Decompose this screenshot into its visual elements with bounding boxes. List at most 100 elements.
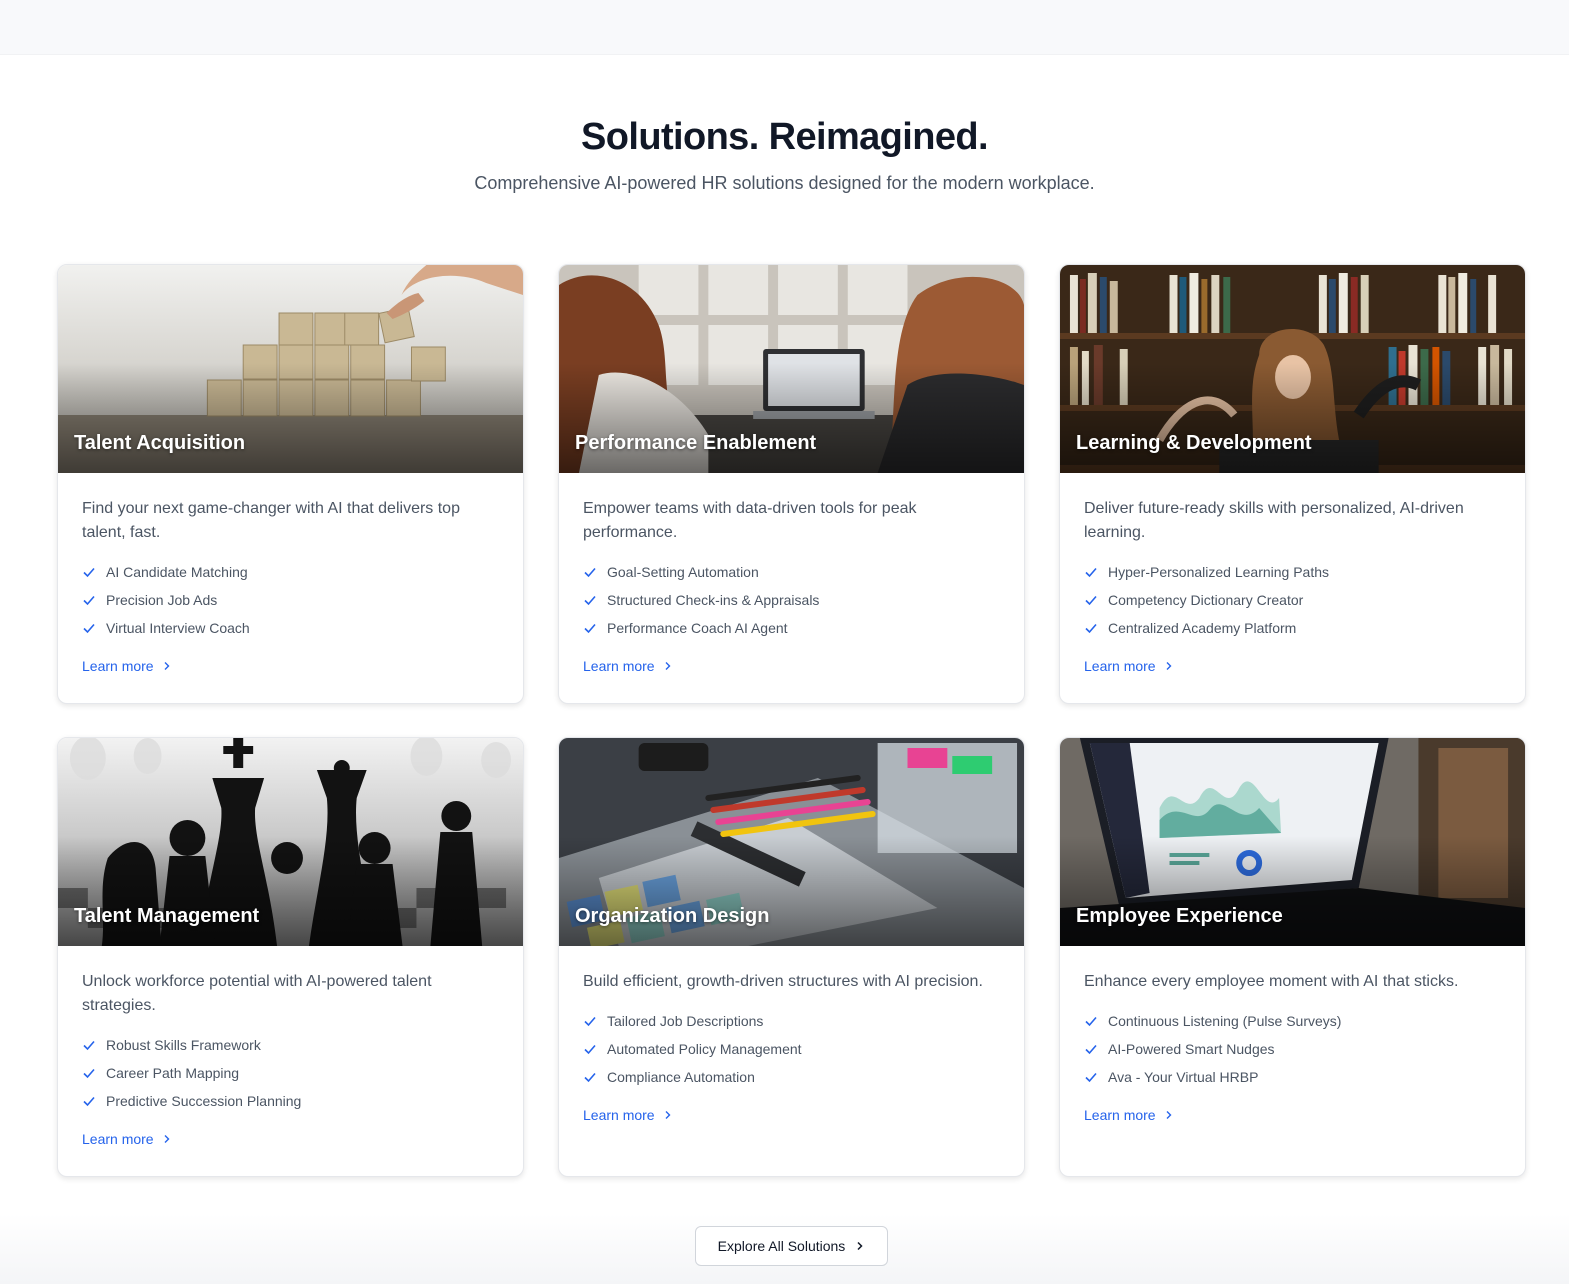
check-icon [1085,623,1097,634]
card-description: Deliver future-ready skills with persona… [1084,500,1464,541]
learn-more-label: Learn more [1084,1107,1156,1123]
feature-label: Centralized Academy Platform [1108,620,1297,636]
card-title: Employee Experience [1076,905,1283,927]
feature-item: Competency Dictionary Creator [1084,586,1501,614]
feature-label: Tailored Job Descriptions [607,1013,764,1029]
card-image: Learning & Development [1060,265,1525,473]
feature-list: Tailored Job Descriptions Automated Poli… [583,1007,1000,1091]
feature-label: Precision Job Ads [106,592,218,608]
feature-list: Continuous Listening (Pulse Surveys) AI-… [1084,1007,1501,1091]
solutions-grid: Talent Acquisition Find your next game-c… [57,264,1526,1177]
feature-list: Goal-Setting Automation Structured Check… [583,558,1000,642]
feature-item: Performance Coach AI Agent [583,614,1000,642]
explore-all-solutions-label: Explore All Solutions [717,1238,846,1254]
chevron-right-icon [857,1241,863,1251]
feature-label: AI Candidate Matching [106,564,248,580]
learn-more-label: Learn more [583,1107,655,1123]
learn-more-link[interactable]: Learn more [82,658,172,674]
learn-more-link[interactable]: Learn more [1084,1107,1174,1123]
chevron-right-icon [164,662,170,670]
card-image: Talent Acquisition [58,265,523,473]
feature-label: Structured Check-ins & Appraisals [607,592,820,608]
feature-list: AI Candidate Matching Precision Job Ads … [82,558,499,642]
feature-item: Precision Job Ads [82,586,499,614]
card-description: Enhance every employee moment with AI th… [1084,973,1459,990]
feature-item: Tailored Job Descriptions [583,1007,1000,1035]
section-subtitle: Comprehensive AI-powered HR solutions de… [474,173,1095,193]
feature-item: Centralized Academy Platform [1084,614,1501,642]
check-icon [584,567,596,578]
solution-card-employee-experience: Employee Experience Enhance every employ… [1059,737,1526,1177]
feature-item: Robust Skills Framework [82,1031,499,1059]
feature-item: Predictive Succession Planning [82,1087,499,1115]
solution-card-learning-development: Learning & Development Deliver future-re… [1059,264,1526,704]
learn-more-link[interactable]: Learn more [583,1107,673,1123]
card-image: Employee Experience [1060,738,1525,946]
feature-item: AI-Powered Smart Nudges [1084,1035,1501,1063]
learn-more-label: Learn more [82,658,154,674]
feature-list: Hyper-Personalized Learning Paths Compet… [1084,558,1501,642]
feature-item: Ava - Your Virtual HRBP [1084,1063,1501,1091]
feature-label: Robust Skills Framework [106,1037,261,1053]
check-icon [83,1096,95,1107]
learn-more-label: Learn more [82,1131,154,1147]
check-icon [1085,1072,1097,1083]
feature-label: Hyper-Personalized Learning Paths [1108,564,1330,580]
feature-label: Continuous Listening (Pulse Surveys) [1108,1013,1342,1029]
feature-label: Virtual Interview Coach [106,620,250,636]
feature-label: Goal-Setting Automation [607,564,759,580]
card-image: Performance Enablement [559,265,1024,473]
card-title: Performance Enablement [575,432,817,454]
check-icon [1085,1016,1097,1027]
card-description: Unlock workforce potential with AI-power… [82,973,432,1014]
feature-label: Ava - Your Virtual HRBP [1108,1069,1259,1085]
feature-list: Robust Skills Framework Career Path Mapp… [82,1031,499,1115]
check-icon [83,623,95,634]
check-icon [1085,567,1097,578]
explore-all-solutions-button[interactable]: Explore All Solutions [695,1226,888,1266]
feature-label: Career Path Mapping [106,1065,240,1081]
chevron-right-icon [665,1111,671,1119]
feature-item: Structured Check-ins & Appraisals [583,586,1000,614]
feature-label: Performance Coach AI Agent [607,620,788,636]
feature-item: Career Path Mapping [82,1059,499,1087]
feature-label: Predictive Succession Planning [106,1093,302,1109]
check-icon [584,1016,596,1027]
card-description: Empower teams with data-driven tools for… [583,500,917,541]
solution-card-talent-acquisition: Talent Acquisition Find your next game-c… [57,264,524,704]
learn-more-link[interactable]: Learn more [583,658,673,674]
feature-label: Competency Dictionary Creator [1108,592,1304,608]
learn-more-label: Learn more [583,658,655,674]
feature-item: Virtual Interview Coach [82,614,499,642]
check-icon [584,595,596,606]
check-icon [83,567,95,578]
solution-card-organization-design: Organization Design Build efficient, gro… [558,737,1025,1177]
chevron-right-icon [1166,1111,1172,1119]
learn-more-label: Learn more [1084,658,1156,674]
feature-item: Compliance Automation [583,1063,1000,1091]
card-description: Build efficient, growth-driven structure… [583,973,983,990]
section-title: Solutions. Reimagined. [581,116,989,158]
check-icon [584,1072,596,1083]
feature-item: Continuous Listening (Pulse Surveys) [1084,1007,1501,1035]
feature-item: Hyper-Personalized Learning Paths [1084,558,1501,586]
card-title: Talent Acquisition [74,432,246,454]
card-title: Organization Design [575,905,770,927]
feature-label: Compliance Automation [607,1069,755,1085]
solution-card-talent-management: Talent Management Unlock workforce poten… [57,737,524,1177]
chevron-right-icon [1166,662,1172,670]
check-icon [83,1040,95,1051]
check-icon [584,1044,596,1055]
chevron-right-icon [665,662,671,670]
card-title: Talent Management [74,905,260,927]
feature-item: Goal-Setting Automation [583,558,1000,586]
card-image: Talent Management [58,738,523,946]
check-icon [83,595,95,606]
check-icon [1085,1044,1097,1055]
learn-more-link[interactable]: Learn more [82,1131,172,1147]
feature-item: AI Candidate Matching [82,558,499,586]
check-icon [1085,595,1097,606]
solution-card-performance-enablement: Performance Enablement Empower teams wit… [558,264,1025,704]
card-image: Organization Design [559,738,1024,946]
learn-more-link[interactable]: Learn more [1084,658,1174,674]
